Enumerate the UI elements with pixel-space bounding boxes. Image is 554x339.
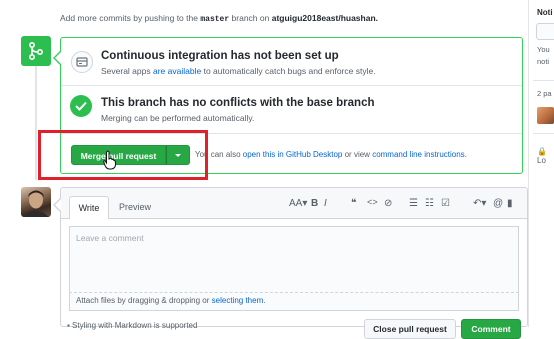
attach-files-bar[interactable]: Attach files by dragging & dropping or s… [69,293,519,311]
participant-avatar[interactable] [537,107,554,124]
task-list-icon[interactable]: ☑ [441,198,450,209]
heading-icon[interactable]: AA▾ [289,198,307,209]
attach-suffix: . [263,296,266,305]
ordered-list-icon[interactable]: ☷ [425,198,434,209]
open-github-desktop-link[interactable]: open this in GitHub Desktop [243,150,343,159]
timeline-line [35,60,37,180]
hand-cursor-icon [103,150,116,170]
sidebar-divider [528,0,529,327]
sidebar-separator [533,133,554,134]
mention-icon[interactable]: @ [493,198,503,209]
no-conflicts-title: This branch has no conflicts with the ba… [101,97,375,109]
push-hint-prefix: Add more commits by pushing to the [60,13,198,23]
sidebar-separator [533,80,554,81]
sidebar-participants: 2 pa [537,89,552,98]
ci-title: Continuous integration has not been set … [101,50,339,62]
sidebar-notifications-heading: Noti [537,8,553,17]
merge-alt-middle: or view [344,150,370,159]
comment-button[interactable]: Comment [461,319,521,339]
bookmark-icon[interactable]: ▮ [507,198,513,209]
push-hint-middle: branch on [231,13,270,23]
apps-available-link[interactable]: are available [153,66,201,76]
quote-icon[interactable]: ❝ [351,198,356,209]
ci-desc-suffix: to automatically catch bugs and enforce … [203,66,376,76]
highlight-annotation [38,130,208,180]
comment-tabbar: Write Preview AA▾ B I ❝ <> ⊘ ☰ ☷ ☑ ↶▾ @ … [61,188,527,219]
panel-divider [61,85,522,86]
push-hint: Add more commits by pushing to the maste… [60,13,378,24]
check-icon [75,101,87,111]
branch-name: master [200,15,230,24]
tab-preview[interactable]: Preview [119,196,151,218]
tab-write[interactable]: Write [69,196,109,219]
code-icon[interactable]: <> [367,198,378,208]
new-comment-form: Write Preview AA▾ B I ❝ <> ⊘ ☰ ☷ ☑ ↶▾ @ … [53,187,528,339]
no-conflicts-description: Merging can be performed automatically. [101,113,255,123]
merge-alt-suffix: . [464,150,467,159]
attach-prefix: Attach files by dragging & dropping or [76,296,210,305]
ci-description: Several apps are available to automatica… [101,66,376,76]
command-line-instructions-link[interactable]: command line instructions [372,150,464,159]
no-conflicts-status-icon [70,95,92,117]
sidebar-notification-text-2: noti [537,57,550,66]
git-merge-icon [29,42,44,60]
unordered-list-icon[interactable]: ☰ [409,198,418,209]
comment-textarea[interactable]: Leave a comment [69,226,519,293]
avatar[interactable] [21,187,51,217]
repo-name: atguigu2018east/huashan. [271,13,379,23]
reply-icon[interactable]: ↶▾ [473,198,486,209]
ci-desc-prefix: Several apps [101,66,151,76]
subscribe-button[interactable] [536,23,554,40]
merge-badge [21,36,51,66]
select-files-link[interactable]: selecting them [212,296,264,305]
merge-alternatives: You can also open this in GitHub Desktop… [195,150,467,159]
sidebar-notification-text: You [537,45,550,54]
bold-icon[interactable]: B [311,198,318,209]
close-pull-request-button[interactable]: Close pull request [364,319,456,339]
user-avatar-icon [23,190,49,217]
italic-icon[interactable]: I [324,198,327,209]
markdown-hint: ▪ Styling with Markdown is supported [67,321,198,330]
ci-status-icon [71,51,93,73]
ci-icon [76,57,88,67]
link-icon[interactable]: ⊘ [384,198,392,209]
lock-conversation-link[interactable]: 🔒 Lo [537,147,554,165]
comment-placeholder: Leave a comment [76,233,144,243]
